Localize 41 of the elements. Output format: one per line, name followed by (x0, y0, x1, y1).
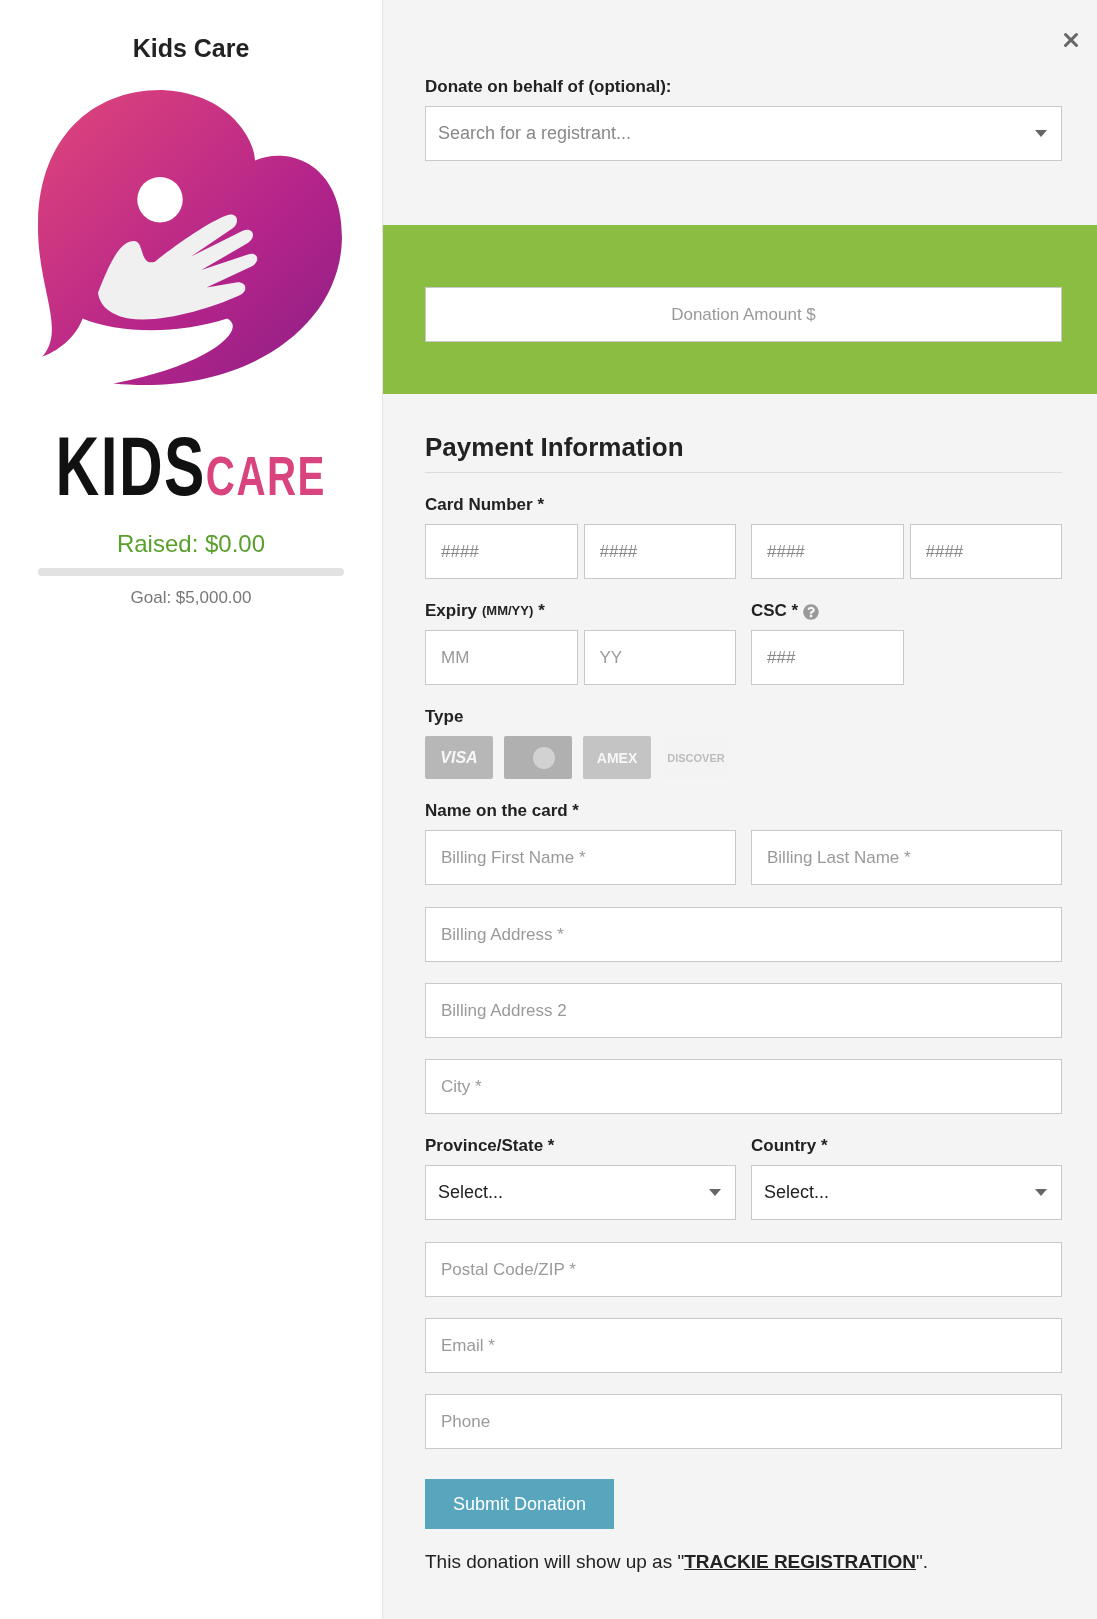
field-label: Province/State * (425, 1136, 556, 1156)
input-field[interactable]: Billing Last Name * (751, 830, 1062, 885)
select-dropdown[interactable]: Select... (425, 1165, 736, 1220)
card-type-logo[interactable]: VISA (425, 736, 493, 779)
input-field[interactable]: Email * (425, 1318, 1062, 1373)
section-heading: Payment Information (425, 430, 1062, 473)
input-field[interactable]: #### (425, 524, 578, 579)
campaign-title: Kids Care (132, 33, 250, 64)
descriptor-note: This donation will show up as "TRACKIE REGISTRATION". (425, 1551, 930, 1573)
trackie-link[interactable]: TRACKIE REGISTRATION (684, 1551, 917, 1572)
field-label: Name on the card * (425, 801, 580, 821)
input-field[interactable]: #### (583, 524, 736, 579)
select-dropdown[interactable]: Select... (751, 1165, 1062, 1220)
caret-icon (1035, 130, 1047, 137)
field-label: Expiry (MM/YY) * (425, 601, 546, 621)
input-field[interactable]: Phone (425, 1394, 1062, 1449)
caret-icon (709, 1189, 721, 1196)
field-label: CSC * (751, 601, 799, 621)
input-field[interactable]: Postal Code/ZIP * (425, 1242, 1062, 1297)
field-label: Country * (751, 1136, 829, 1156)
field-label: Card Number * (425, 495, 546, 515)
input-field[interactable]: MM (425, 630, 578, 685)
field-label: Type (425, 707, 465, 727)
goal-amount: Goal: $5,000.00 (130, 588, 252, 608)
input-field[interactable]: YY (583, 630, 736, 685)
input-field[interactable]: #### (909, 524, 1062, 579)
logo-wordmark: KIDSCARE (55, 424, 327, 508)
caret-icon (1035, 1189, 1047, 1196)
mastercard-logo-icon[interactable] (504, 736, 572, 779)
input-field[interactable]: Billing Address * (425, 907, 1062, 962)
search-select[interactable]: Search for a registrant... (425, 106, 1062, 161)
submit-donation-button[interactable]: Submit Donation (425, 1479, 614, 1529)
input-field[interactable]: ### (751, 630, 904, 685)
donation-amount-field[interactable]: Donation Amount $ (425, 287, 1062, 342)
input-field[interactable]: City * (425, 1059, 1062, 1114)
input-field[interactable]: #### (751, 524, 904, 579)
field-label: Donate on behalf of (optional): (425, 77, 673, 97)
input-field[interactable]: Billing Address 2 (425, 983, 1062, 1038)
help-icon[interactable] (803, 604, 820, 620)
input-field[interactable]: Billing First Name * (425, 830, 736, 885)
raised-amount: Raised: $0.00 (116, 530, 266, 558)
